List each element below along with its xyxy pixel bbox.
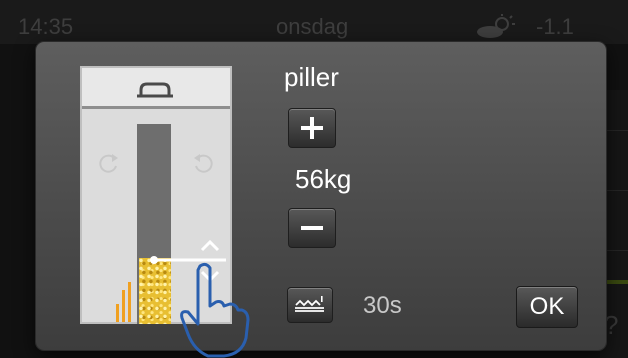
lid-handle-icon [137, 82, 173, 98]
status-day: onsdag [276, 14, 349, 39]
product-label: piller [284, 62, 339, 92]
touch-hand-icon [180, 262, 250, 358]
increase-weight-button[interactable] [288, 108, 336, 148]
fill-scale-marks [116, 282, 131, 322]
conveyor-flow-button[interactable] [287, 287, 333, 323]
recycle-left-icon [99, 154, 118, 173]
interval-value: 30s [363, 292, 402, 319]
ok-button[interactable]: OK [516, 286, 578, 328]
pellet-silo-illustration [80, 66, 250, 358]
silo-lid-divider [82, 106, 230, 109]
status-bar: 14:35 onsdag -1.1 [0, 0, 628, 44]
background-help-icon: ? [604, 310, 619, 340]
recycle-right-icon [194, 154, 213, 173]
conveyor-flow-icon [295, 296, 324, 312]
partly-sunny-icon [477, 14, 515, 38]
status-temperature: -1.1 [536, 14, 574, 39]
minus-icon [301, 226, 323, 230]
pellet-weight-value: 56kg [295, 164, 352, 194]
status-time: 14:35 [18, 14, 74, 39]
plus-icon [301, 117, 323, 139]
decrease-weight-button[interactable] [288, 208, 336, 248]
screen: 14:35 onsdag -1.1 ? piller 56kg 30s OK [0, 0, 628, 358]
